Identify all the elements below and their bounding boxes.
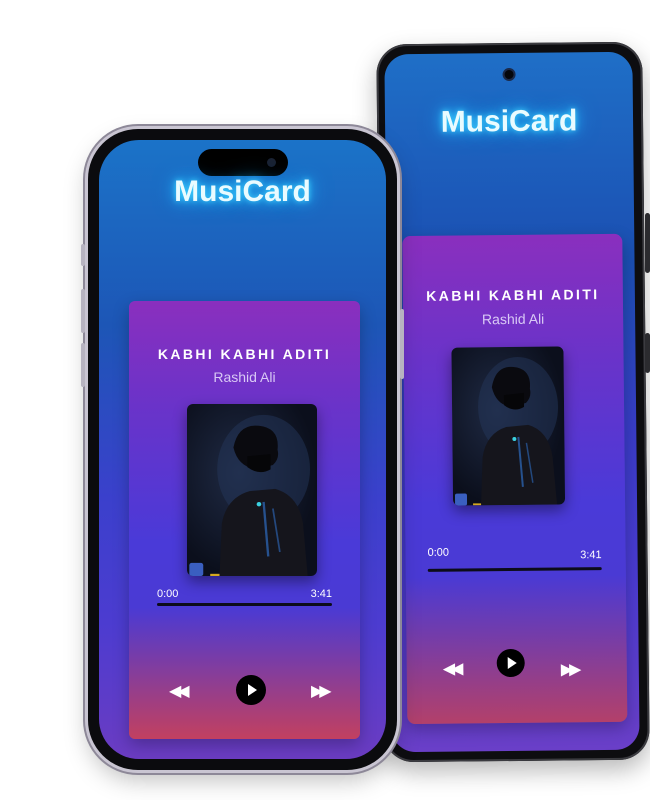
iphone-mockup: MusiCard KABHI KABHI ADITI Rashid Ali 0:… bbox=[81, 129, 404, 770]
artist-name: Rashid Ali bbox=[481, 310, 545, 328]
song-title: KABHI KABHI ADITI bbox=[157, 346, 332, 362]
iphone-volume-down bbox=[81, 343, 85, 387]
current-time: 0:00 bbox=[157, 588, 179, 600]
front-camera bbox=[504, 69, 514, 80]
iphone-volume-up bbox=[81, 289, 85, 333]
app-logo: MusiCard bbox=[440, 104, 578, 139]
progress-bar[interactable] bbox=[157, 603, 332, 606]
android-screen: MusiCard KABHI KABHI ADITI Rashid Ali 0:… bbox=[384, 51, 640, 753]
fast-forward-button[interactable]: ▶▶ bbox=[311, 683, 332, 700]
fast-forward-button[interactable]: ▶▶ bbox=[560, 661, 578, 679]
duration-time: 3:41 bbox=[580, 549, 602, 562]
album-art-illustration bbox=[454, 356, 559, 506]
fast-forward-icon: ▶▶ bbox=[560, 661, 578, 679]
progress-bar[interactable] bbox=[427, 567, 602, 572]
play-icon bbox=[507, 656, 517, 670]
artist-name: Rashid Ali bbox=[213, 369, 276, 385]
android-phone-mockup: MusiCard KABHI KABHI ADITI Rashid Ali 0:… bbox=[376, 41, 650, 763]
song-title: KABHI KABHI ADITI bbox=[426, 286, 600, 304]
play-button[interactable] bbox=[236, 675, 266, 705]
iphone-side-button bbox=[400, 309, 404, 379]
rewind-icon: ◀◀ bbox=[169, 683, 190, 700]
android-power-button bbox=[645, 333, 650, 373]
iphone-silent-switch bbox=[81, 244, 85, 266]
android-volume-button bbox=[645, 213, 650, 273]
play-icon bbox=[247, 684, 257, 696]
music-card: KABHI KABHI ADITI Rashid Ali 0:00 3:41 ◀… bbox=[402, 233, 628, 725]
play-button[interactable] bbox=[496, 648, 525, 678]
album-art bbox=[187, 404, 317, 576]
rewind-button[interactable]: ◀◀ bbox=[169, 683, 190, 700]
app-logo: MusiCard bbox=[174, 175, 311, 208]
iphone-screen: MusiCard KABHI KABHI ADITI Rashid Ali 0:… bbox=[99, 140, 386, 759]
dynamic-island bbox=[197, 149, 288, 176]
fast-forward-icon: ▶▶ bbox=[311, 683, 332, 700]
rewind-icon: ◀◀ bbox=[442, 660, 460, 678]
current-time: 0:00 bbox=[427, 546, 450, 559]
album-art bbox=[451, 346, 566, 506]
rewind-button[interactable]: ◀◀ bbox=[442, 660, 460, 678]
music-card: KABHI KABHI ADITI Rashid Ali 0:00 3:41 ◀… bbox=[129, 301, 360, 739]
duration-time: 3:41 bbox=[310, 588, 332, 600]
album-art-illustration bbox=[189, 414, 311, 576]
